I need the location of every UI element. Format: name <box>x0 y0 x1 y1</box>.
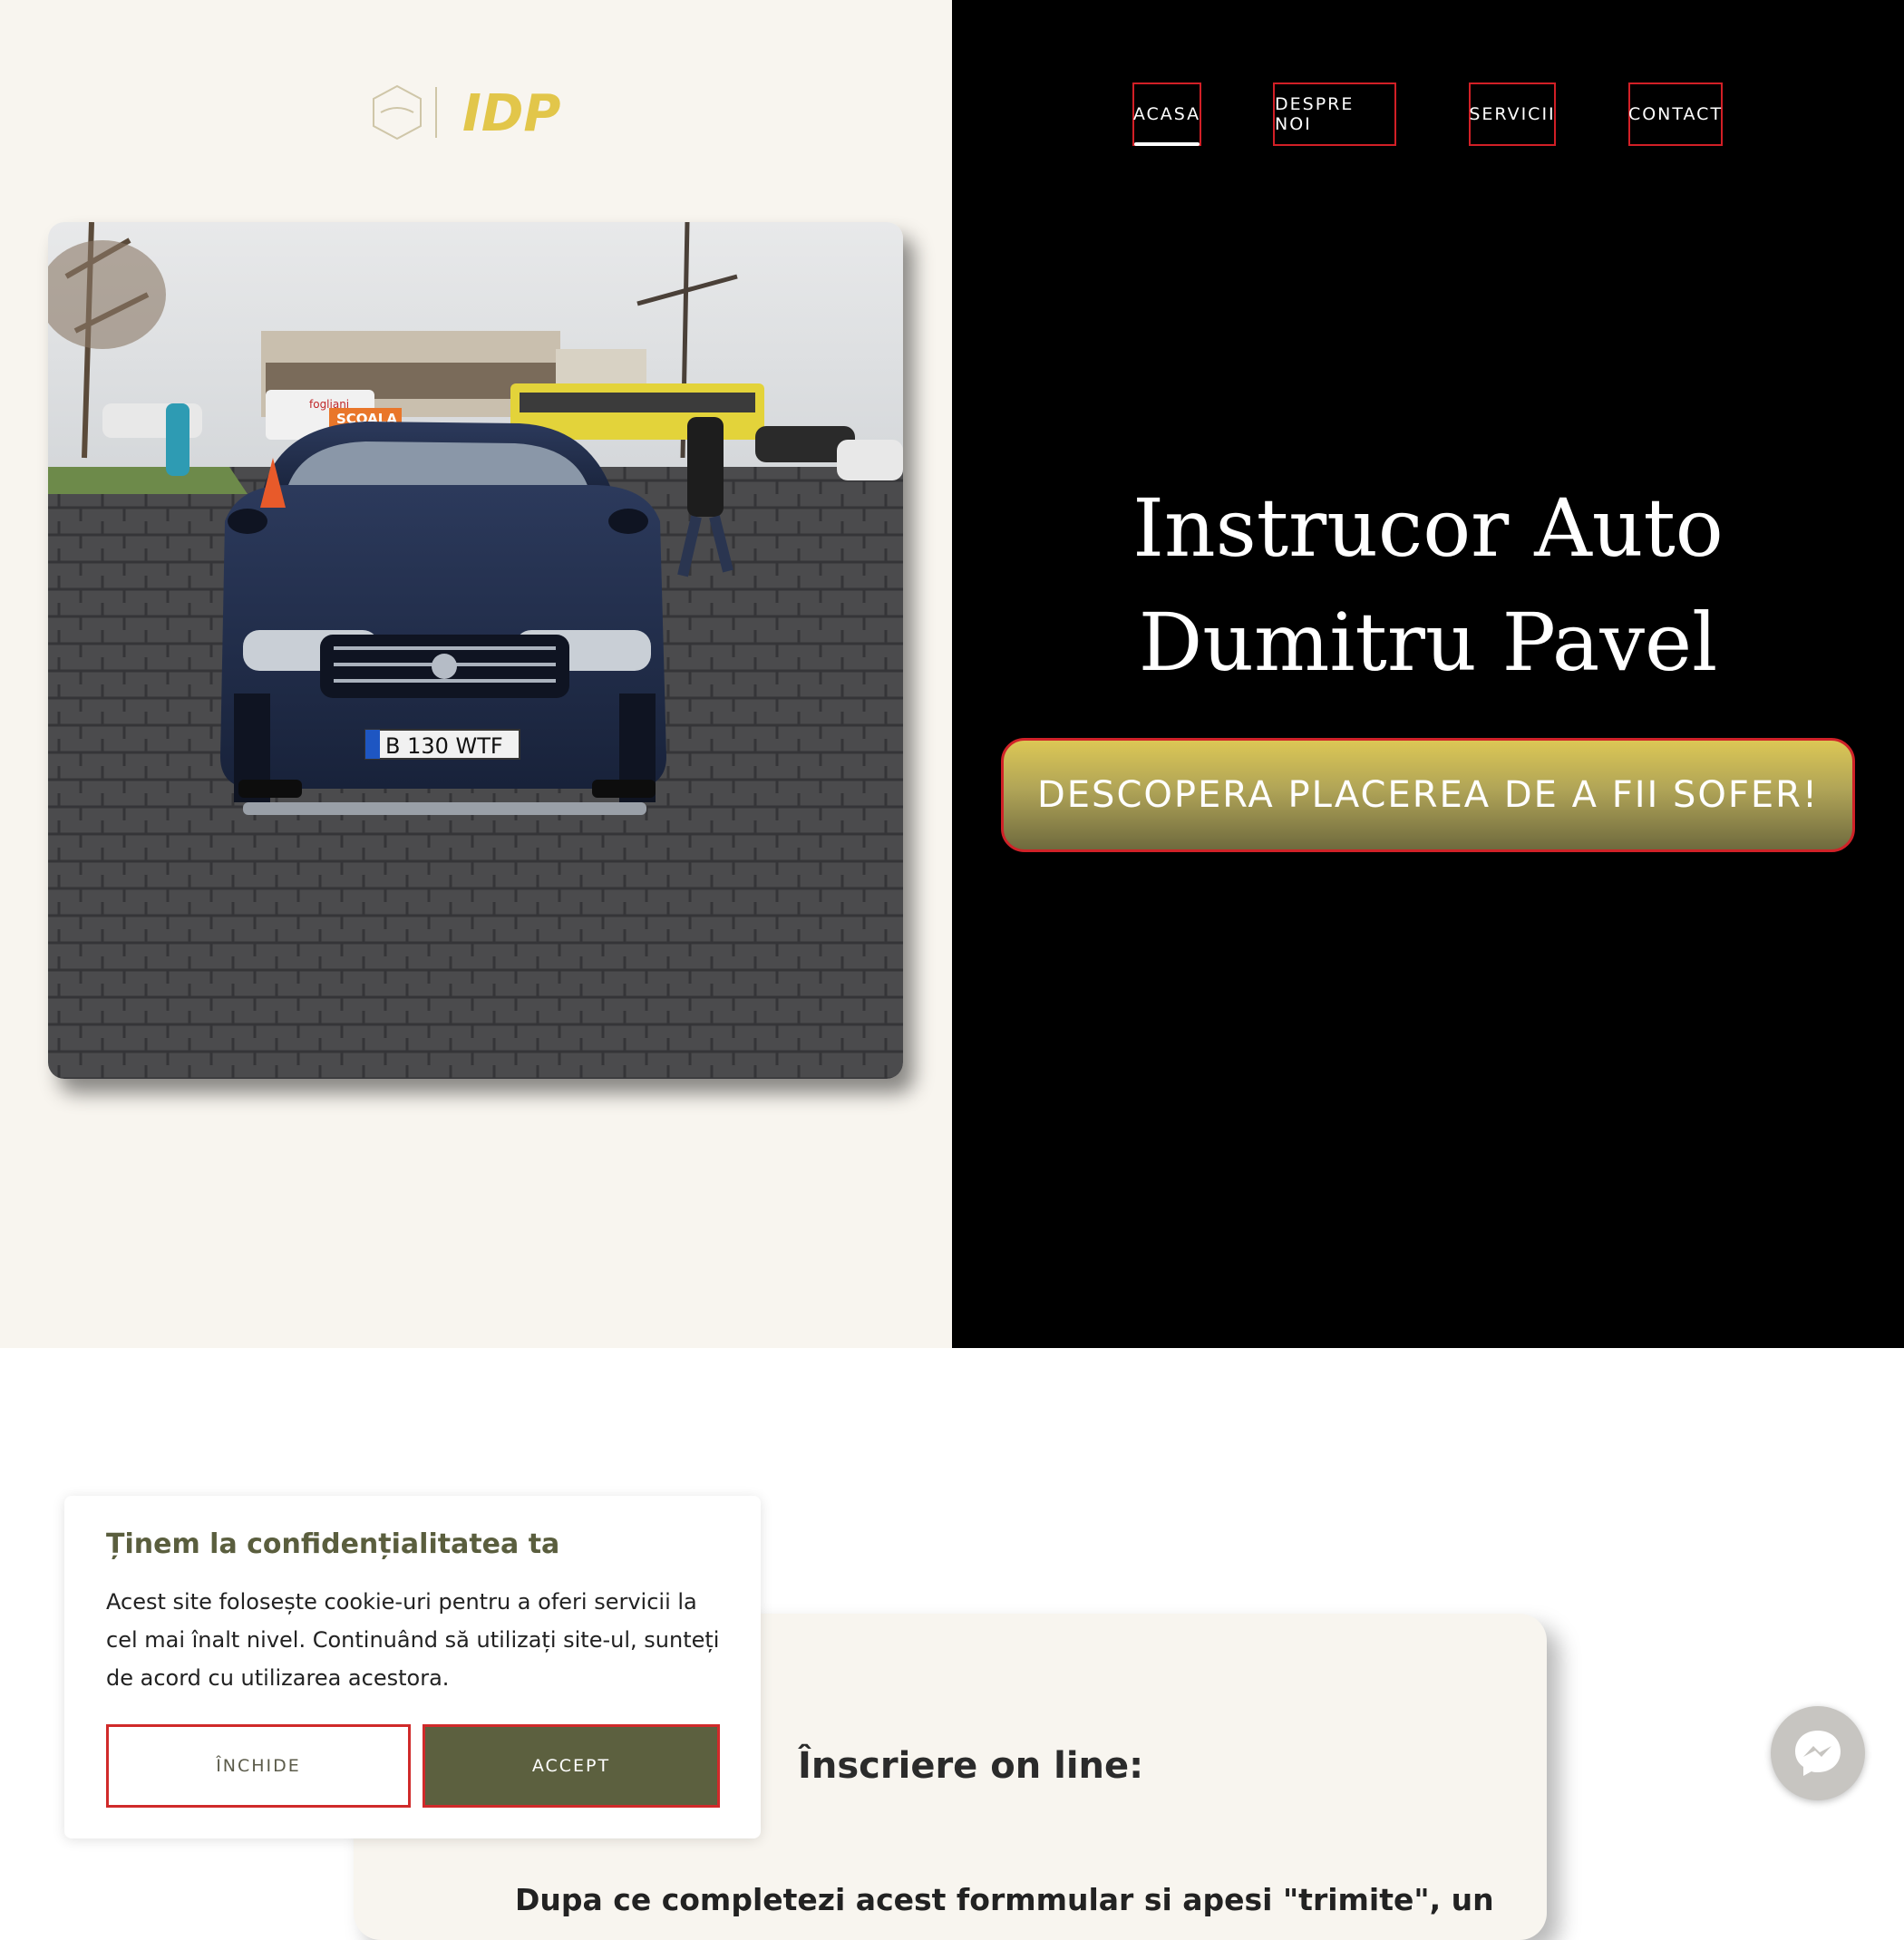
hero-car-photo: fogliani SCOALA B 130 WTF <box>48 222 903 1079</box>
hero-title-line1: Instrucor Auto <box>1132 481 1724 575</box>
svg-text:IDP: IDP <box>462 84 560 141</box>
cta-button-label: DESCOPERA PLACEREA DE A FII SOFER! <box>1036 774 1820 816</box>
nav-acasa[interactable]: ACASA <box>1132 82 1201 146</box>
hero-title-line2: Dumitru Pavel <box>1138 596 1718 689</box>
cta-button[interactable]: DESCOPERA PLACEREA DE A FII SOFER! <box>1001 738 1855 852</box>
hero-title: Instrucor Auto Dumitru Pavel <box>997 471 1859 700</box>
logo-wordmark: IDP <box>462 84 560 141</box>
cookie-close-button[interactable]: ÎNCHIDE <box>106 1724 411 1808</box>
nav-despre-noi-label: DESPRE NOI <box>1275 94 1355 134</box>
nav-contact-label: CONTACT <box>1627 104 1724 124</box>
signup-title: Înscriere on line: <box>798 1745 1144 1787</box>
cookie-accept-label: ACCEPT <box>531 1756 611 1776</box>
cookie-accept-button[interactable]: ACCEPT <box>423 1724 720 1808</box>
messenger-chat-button[interactable] <box>1771 1706 1865 1800</box>
hexagon-logo-icon <box>373 84 422 141</box>
cookie-close-label: ÎNCHIDE <box>216 1756 301 1776</box>
cookie-text: Acest site folosește cookie-uri pentru a… <box>106 1589 720 1691</box>
nav-contact[interactable]: CONTACT <box>1628 82 1723 146</box>
nav-acasa-label: ACASA <box>1132 104 1201 124</box>
messenger-icon <box>1795 1731 1841 1776</box>
nav-servicii[interactable]: SERVICII <box>1469 82 1556 146</box>
nav-servicii-label: SERVICII <box>1469 104 1556 124</box>
site-logo[interactable]: IDP <box>370 83 584 141</box>
nav-despre-noi[interactable]: DESPRE NOI <box>1273 82 1396 146</box>
svg-text:B 130 WTF: B 130 WTF <box>385 733 503 759</box>
signup-description: Dupa ce completezi acest formmular si ap… <box>515 1882 1494 1917</box>
cookie-banner: Ținem la confidențialitatea ta Acest sit… <box>64 1496 761 1838</box>
logo-divider <box>435 87 437 138</box>
cookie-title: Ținem la confidențialitatea ta <box>106 1528 560 1560</box>
